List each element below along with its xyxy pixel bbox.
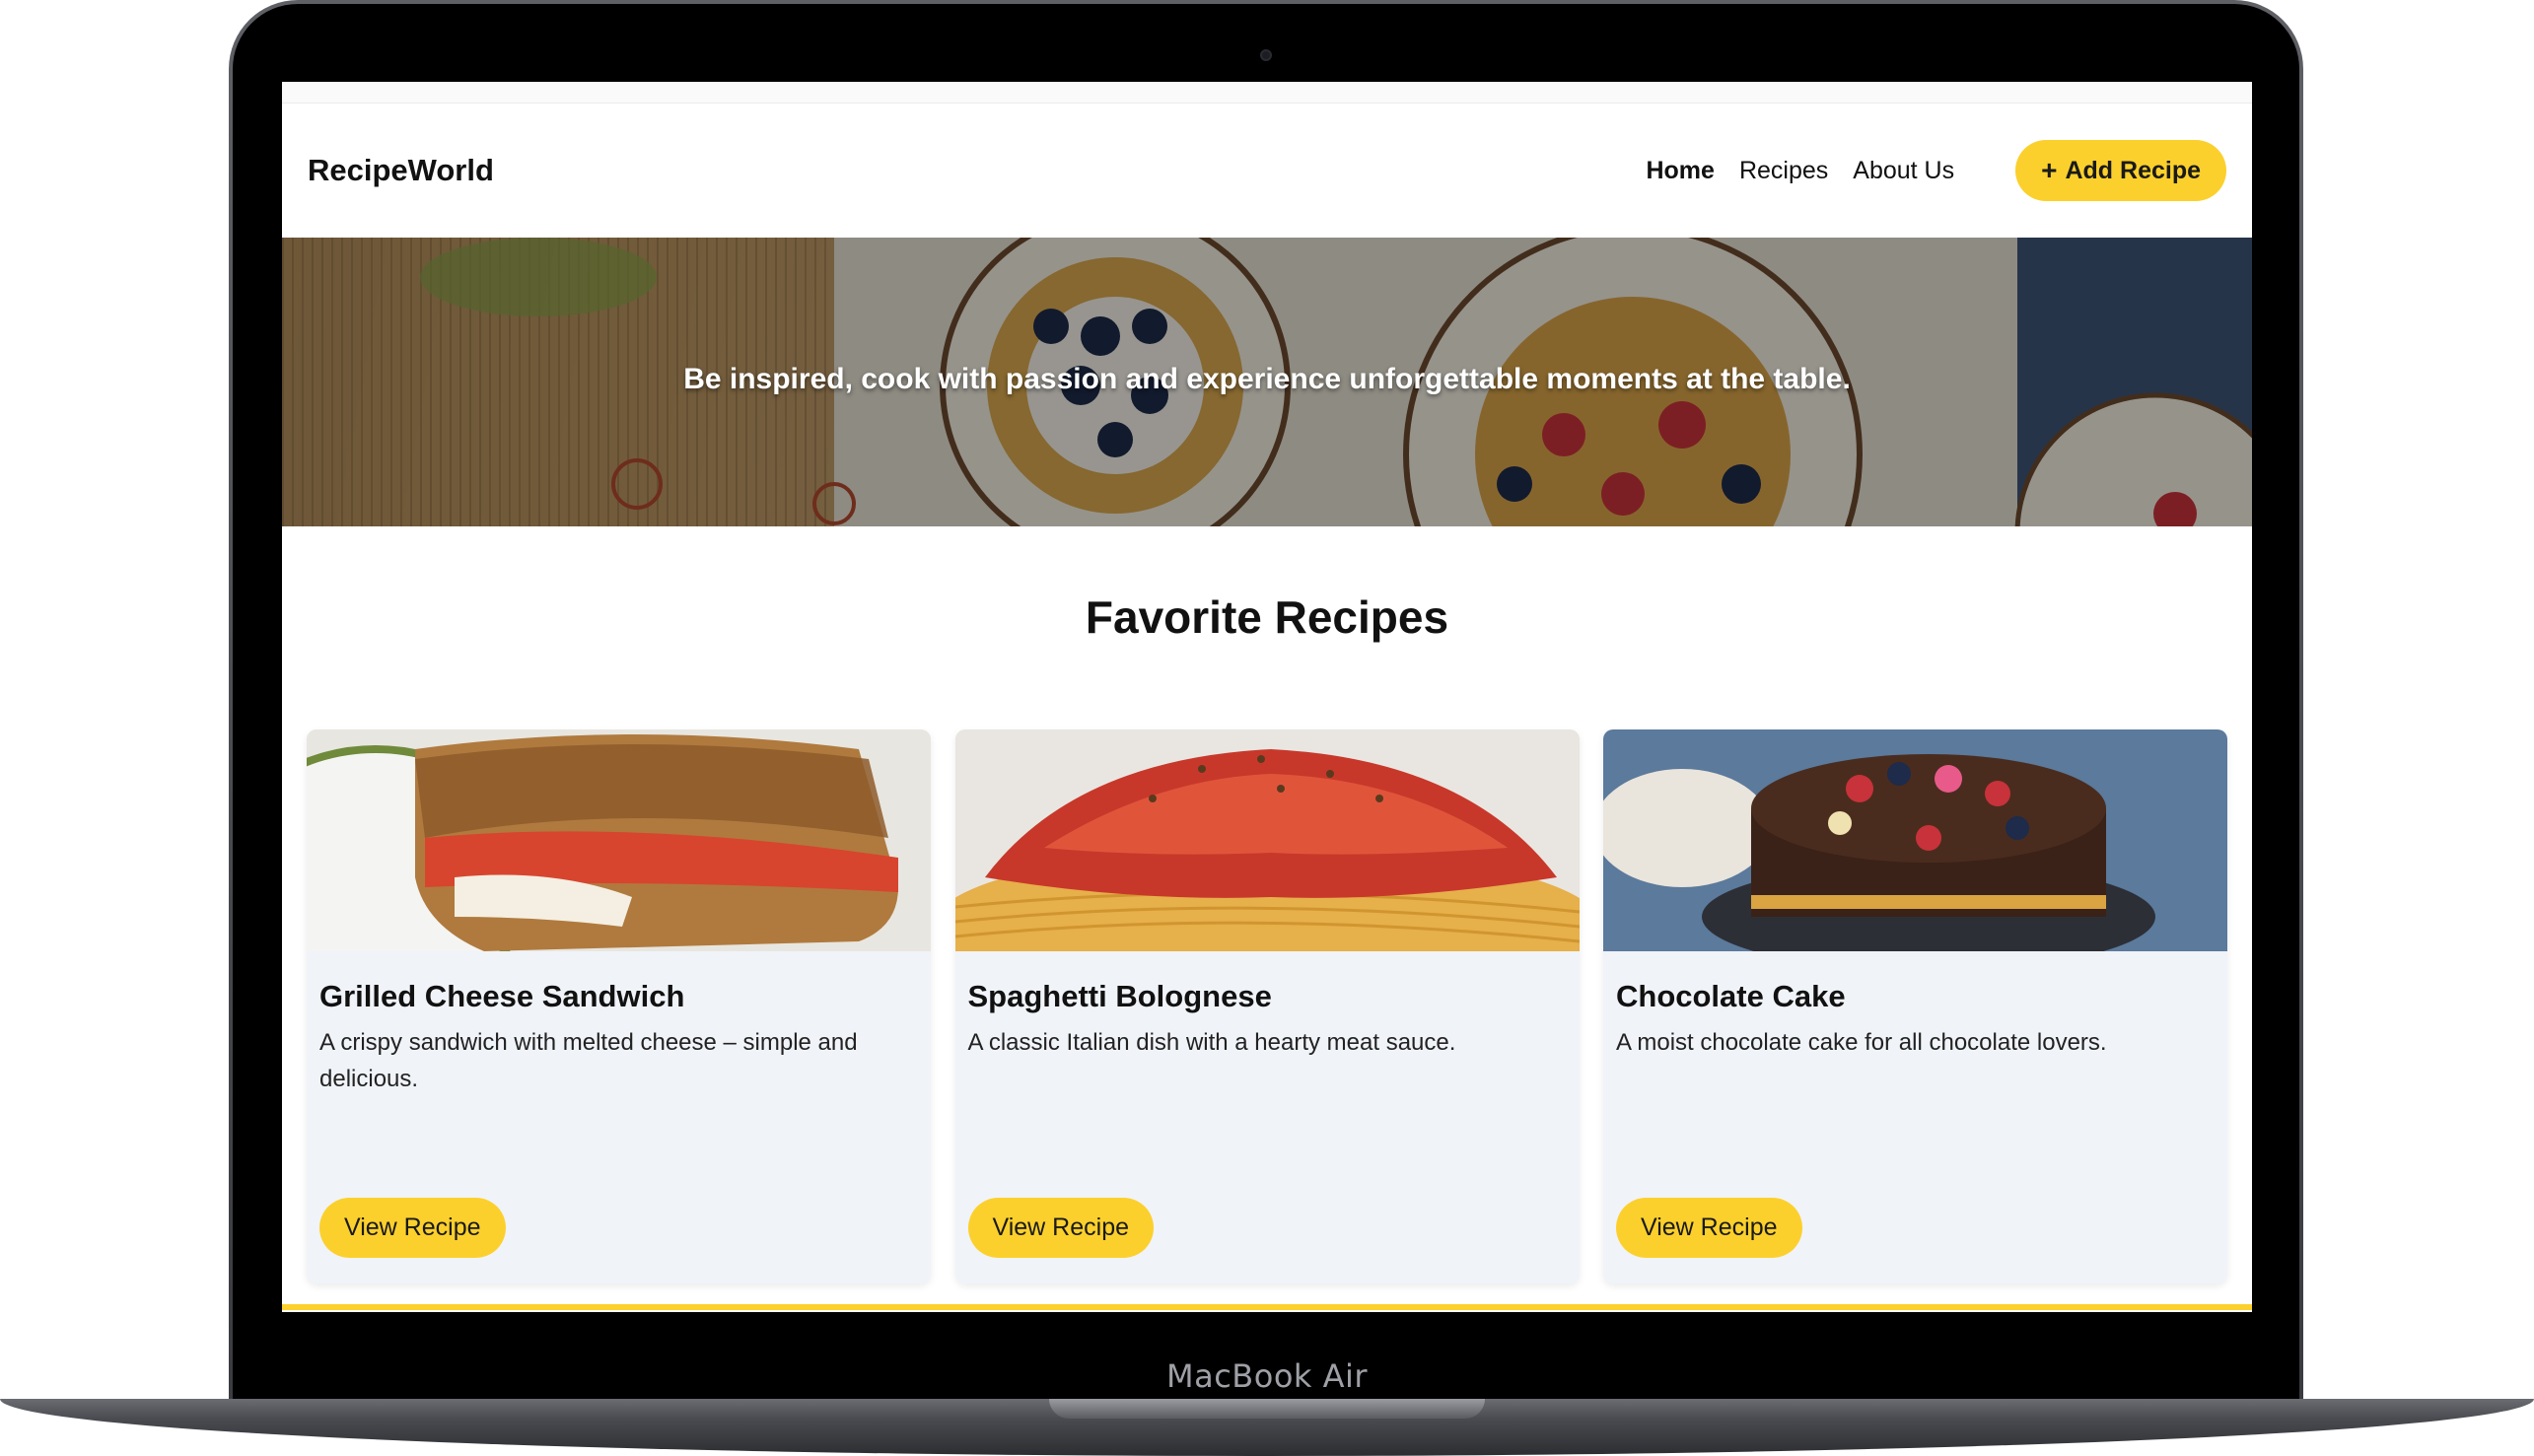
- chocolate-cake-image: [1603, 729, 2227, 951]
- recipe-card-spaghetti-bolognese[interactable]: Spaghetti Bolognese A classic Italian di…: [954, 729, 1580, 1283]
- recipe-description: A crispy sandwich with melted cheese – s…: [319, 1029, 858, 1092]
- add-recipe-label: Add Recipe: [2065, 156, 2201, 184]
- site-logo[interactable]: RecipeWorld: [308, 153, 494, 188]
- add-recipe-button[interactable]: + Add Recipe: [2015, 140, 2226, 201]
- nav-link-about-us[interactable]: About Us: [1853, 157, 1954, 185]
- recipe-title: Spaghetti Bolognese: [967, 979, 1272, 1013]
- hero-tagline: Be inspired, cook with passion and exper…: [683, 363, 1851, 395]
- recipe-description: A moist chocolate cake for all chocolate…: [1616, 1029, 2107, 1056]
- view-recipe-button[interactable]: View Recipe: [1616, 1198, 1802, 1258]
- footer-accent-line: [282, 1304, 2252, 1310]
- section-title: Favorite Recipes: [1085, 591, 1449, 643]
- recipe-cards: Grilled Cheese Sandwich A crispy sandwic…: [307, 729, 2227, 1283]
- nav-link-home[interactable]: Home: [1646, 157, 1714, 185]
- nav-link-recipes[interactable]: Recipes: [1739, 157, 1828, 185]
- view-recipe-button[interactable]: View Recipe: [319, 1198, 506, 1258]
- plus-icon: +: [2041, 155, 2058, 185]
- hero-banner: Be inspired, cook with passion and exper…: [282, 238, 2252, 526]
- browser-top-strip: [282, 82, 2252, 104]
- nav-links: Home Recipes About Us + Add Recipe: [1621, 140, 2226, 201]
- recipe-card-grilled-cheese[interactable]: Grilled Cheese Sandwich A crispy sandwic…: [307, 729, 931, 1283]
- recipe-description: A classic Italian dish with a hearty mea…: [967, 1029, 1456, 1056]
- laptop-hinge-notch: [1049, 1399, 1485, 1419]
- recipe-card-chocolate-cake[interactable]: Chocolate Cake A moist chocolate cake fo…: [1603, 729, 2227, 1283]
- recipe-title: Chocolate Cake: [1616, 979, 1846, 1013]
- recipe-title: Grilled Cheese Sandwich: [319, 979, 685, 1013]
- camera-icon: [1260, 49, 1272, 61]
- spaghetti-bolognese-image: [954, 729, 1580, 951]
- device-label: MacBook Air: [1165, 1357, 1369, 1395]
- grilled-cheese-image: [307, 729, 931, 951]
- view-recipe-button[interactable]: View Recipe: [967, 1198, 1155, 1258]
- website-screen: RecipeWorld Home Recipes About Us + Add …: [282, 82, 2252, 1312]
- navbar: RecipeWorld Home Recipes About Us + Add …: [282, 104, 2252, 238]
